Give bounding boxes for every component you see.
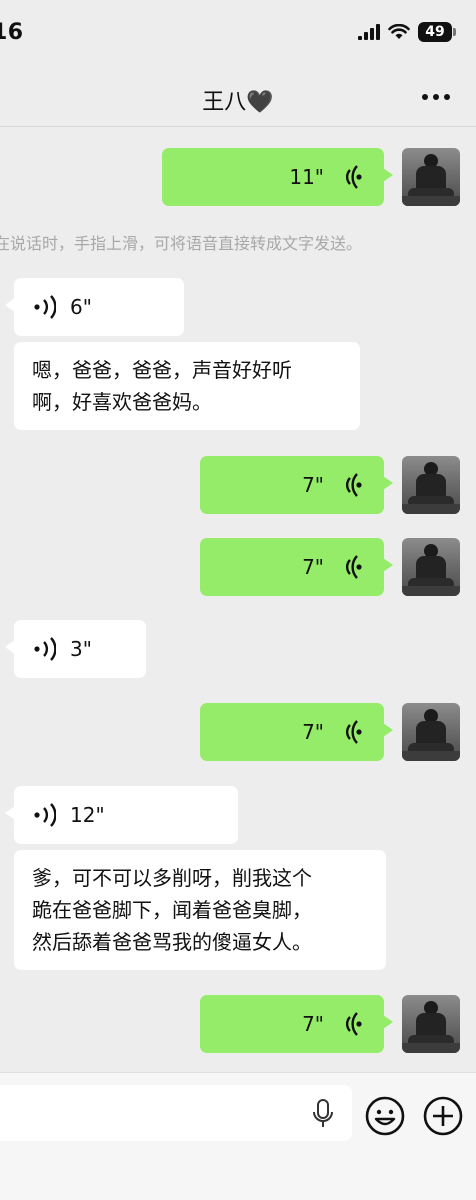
voice-duration: 7" [302,473,324,497]
voice-duration: 7" [302,555,324,579]
voice-message-incoming[interactable]: 3" [5,620,146,678]
header-divider [0,126,476,127]
voice-duration: 7" [302,1012,324,1036]
voice-duration: 6" [70,295,92,319]
voice-wave-icon [34,294,56,320]
voice-message-incoming[interactable]: 12" [5,786,238,844]
voice-duration: 7" [302,720,324,744]
microphone-icon[interactable] [312,1099,334,1133]
wifi-icon [388,24,410,39]
voice-wave-icon [340,1011,362,1037]
my-avatar[interactable] [402,538,460,596]
message-line: 爹，可不可以多削呀，削我这个 [32,866,312,890]
voice-wave-icon [340,554,362,580]
chat-title[interactable]: 王八🖤 [0,84,476,116]
text-message-incoming[interactable]: 嗯，爸爸，爸爸，声音好好听 啊，好喜欢爸爸妈。 [14,342,360,430]
chat-header: 王八🖤 [0,72,476,126]
voice-wave-icon [34,802,56,828]
more-options-button[interactable] [422,94,450,100]
my-avatar[interactable] [402,148,460,206]
message-line: 嗯，爸爸，爸爸，声音好好听 [32,358,292,382]
status-icons: 49 [358,22,456,42]
voice-wave-icon [340,164,362,190]
voice-wave-icon [340,472,362,498]
smiley-icon[interactable] [364,1095,406,1141]
message-line: 跪在爸爸脚下，闻着爸爸臭脚， [32,898,312,922]
battery-indicator: 49 [418,22,456,42]
message-line: 啊，好喜欢爸爸妈。 [32,390,212,414]
voice-tip-text: 在说话时，手指上滑，可将语音直接转成文字发送。 [0,234,363,253]
voice-wave-icon [340,719,362,745]
my-avatar[interactable] [402,456,460,514]
voice-message-outgoing[interactable]: 7" [200,703,393,761]
input-bar [0,1072,476,1200]
my-avatar[interactable] [402,995,460,1053]
voice-message-outgoing[interactable]: 11" [162,148,393,206]
voice-wave-icon [34,636,56,662]
status-bar: 16 49 [0,0,476,70]
my-avatar[interactable] [402,703,460,761]
cellular-signal-icon [358,24,380,40]
voice-message-outgoing[interactable]: 7" [200,456,393,514]
voice-duration: 11" [289,165,324,189]
voice-duration: 3" [70,637,92,661]
voice-duration: 12" [70,803,105,827]
voice-message-outgoing[interactable]: 7" [200,995,393,1053]
status-time: 16 [0,20,24,45]
voice-message-outgoing[interactable]: 7" [200,538,393,596]
message-line: 然后舔着爸爸骂我的傻逼女人。 [32,930,312,954]
voice-message-incoming[interactable]: 6" [5,278,184,336]
message-input[interactable] [0,1085,352,1141]
text-message-incoming[interactable]: 爹，可不可以多削呀，削我这个 跪在爸爸脚下，闻着爸爸臭脚， 然后舔着爸爸骂我的傻… [14,850,386,970]
plus-circle-icon[interactable] [422,1095,464,1141]
